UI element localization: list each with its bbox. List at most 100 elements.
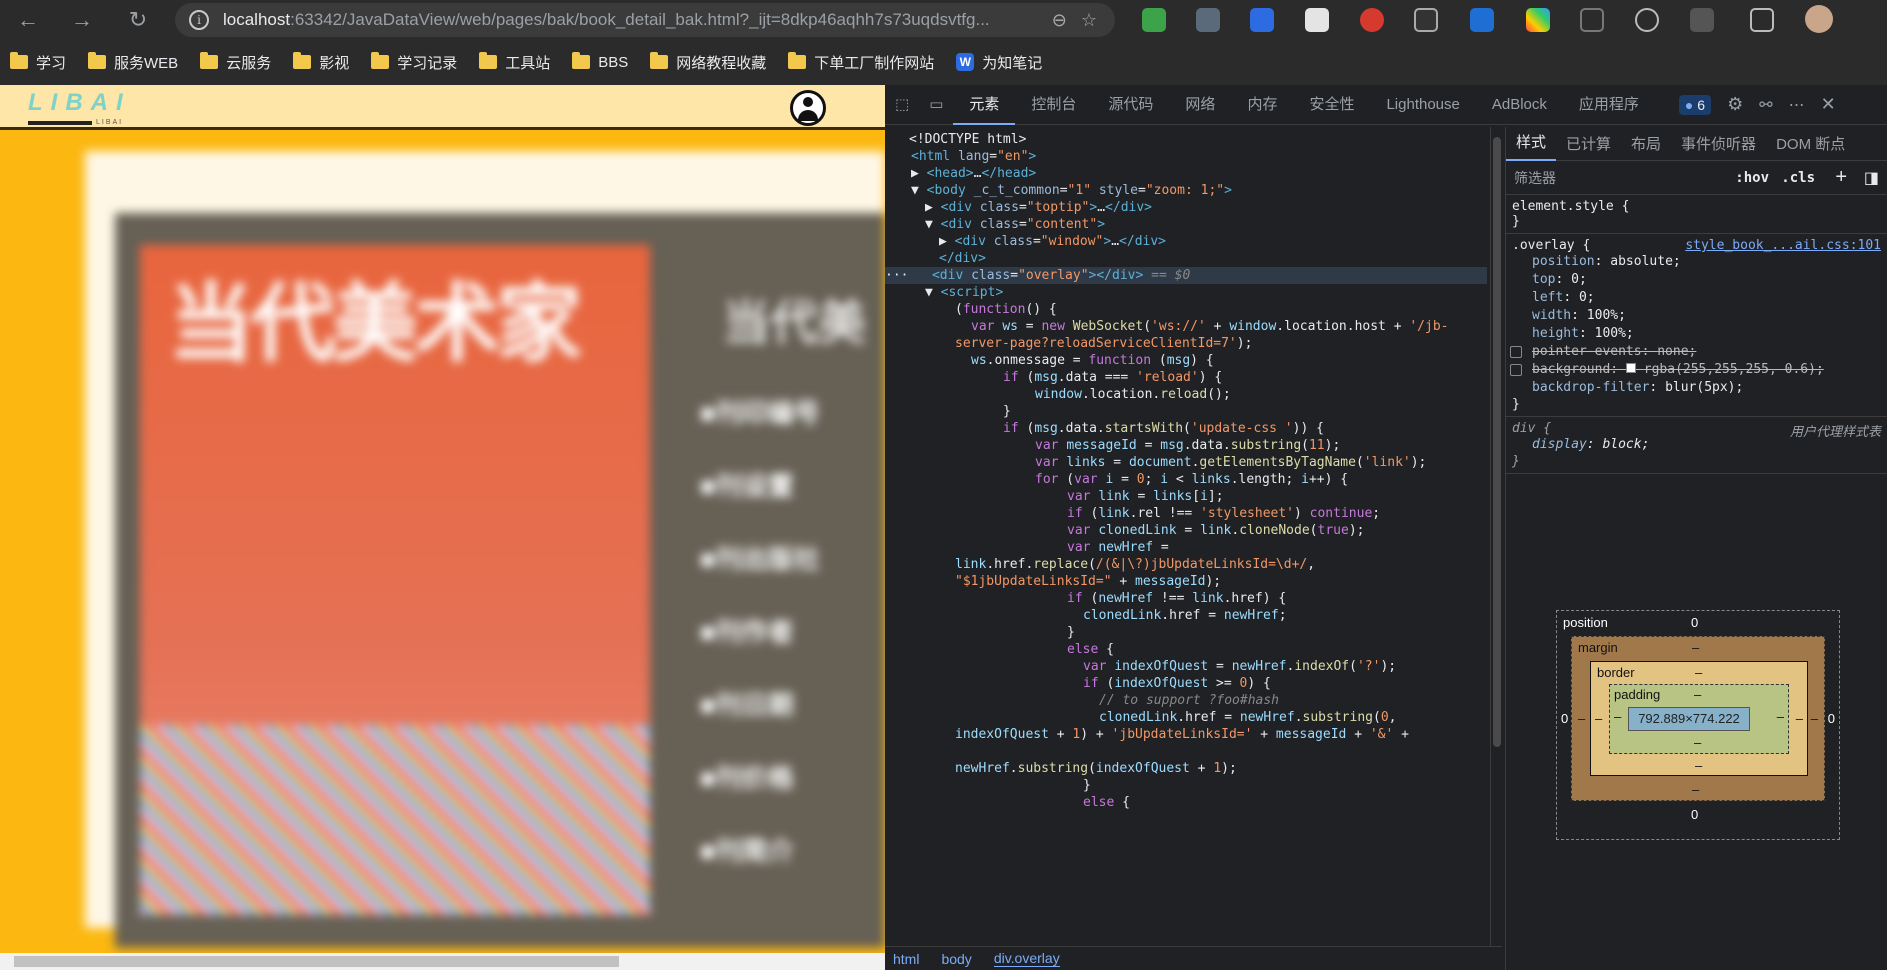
bookmark-folder[interactable]: 网络教程收藏 <box>650 52 766 73</box>
site-info-icon[interactable]: i <box>189 10 209 30</box>
extension-icon-4[interactable] <box>1305 8 1329 32</box>
forward-button[interactable]: → <box>68 6 96 34</box>
tab-application[interactable]: 应用程序 <box>1563 85 1655 125</box>
code-line[interactable]: var messageId = msg.data.substring(11); <box>1035 437 1340 454</box>
toggle-sidebar-icon[interactable]: ◨ <box>1864 168 1879 188</box>
code-line[interactable]: var ws = new WebSocket('ws://' + window.… <box>971 318 1449 335</box>
bookmark-folder[interactable]: BBS <box>572 52 628 71</box>
code-line[interactable]: ▼ <body _c_t_common="1" style="zoom: 1;"… <box>911 182 1232 199</box>
bookmark-folder[interactable]: 下单工厂制作网站 <box>788 52 934 73</box>
site-logo[interactable]: LIBAI <box>28 89 131 117</box>
box-padding[interactable]: padding – – – – 792.889×774.222 <box>1609 684 1789 754</box>
tab-event-listeners[interactable]: 事件侦听器 <box>1671 133 1766 154</box>
tab-elements[interactable]: 元素 <box>953 85 1016 125</box>
box-content-size[interactable]: 792.889×774.222 <box>1628 707 1750 731</box>
code-line[interactable]: "$1jbUpdateLinksId=" + messageId); <box>955 573 1221 590</box>
bookmark-folder[interactable]: 服务WEB <box>88 52 178 73</box>
code-line[interactable]: clonedLink.href = newHref.substring(0, <box>1099 709 1396 726</box>
bookmark-link[interactable]: W 为知笔记 <box>956 52 1042 73</box>
code-line[interactable]: for (var i = 0; i < links.length; i++) { <box>1035 471 1348 488</box>
code-line[interactable]: // to support ?foo#hash <box>1099 692 1279 709</box>
extension-icon-3[interactable] <box>1250 8 1274 32</box>
scrollbar-thumb[interactable] <box>14 956 619 967</box>
code-line[interactable]: } <box>1067 624 1075 641</box>
code-line[interactable]: ▶ <head>…</head> <box>911 165 1036 182</box>
bookmark-folder[interactable]: 云服务 <box>200 52 271 73</box>
overlay-rule[interactable]: .overlay { style_book_...ail.css:101 pos… <box>1506 234 1887 417</box>
property-checkbox[interactable] <box>1510 346 1522 358</box>
color-swatch[interactable] <box>1625 363 1636 373</box>
selected-node[interactable]: ··· <div class="overlay"></div> == $0 <box>885 267 1487 284</box>
code-line[interactable]: var links = document.getElementsByTagNam… <box>1035 454 1426 471</box>
breadcrumb-overlay[interactable]: div.overlay <box>993 950 1060 967</box>
code-line[interactable]: if (msg.data === 'reload') { <box>1003 369 1222 386</box>
tab-layout[interactable]: 布局 <box>1621 133 1671 154</box>
address-bar[interactable]: i localhost :63342/JavaDataView/web/page… <box>175 3 1115 37</box>
css-property[interactable]: height: 100%; <box>1512 325 1881 343</box>
customize-icon[interactable]: ⚯ <box>1759 95 1772 115</box>
elements-scrollbar[interactable] <box>1490 127 1502 947</box>
code-line[interactable]: else { <box>1067 641 1114 658</box>
code-line[interactable]: var newHref = <box>1067 539 1169 556</box>
hov-toggle[interactable]: :hov <box>1735 170 1769 186</box>
filter-input[interactable]: 筛选器 <box>1514 168 1556 188</box>
property-checkbox[interactable] <box>1510 364 1522 376</box>
bookmark-folder[interactable]: 影视 <box>293 52 349 73</box>
tab-security[interactable]: 安全性 <box>1293 85 1370 125</box>
code-line[interactable]: else { <box>1083 794 1130 811</box>
extension-icon-1[interactable] <box>1142 8 1166 32</box>
css-property[interactable]: top: 0; <box>1512 271 1881 289</box>
code-line[interactable]: clonedLink.href = newHref; <box>1083 607 1287 624</box>
favorite-star-icon[interactable]: ☆ <box>1081 10 1097 31</box>
tab-styles[interactable]: 样式 <box>1506 127 1557 161</box>
code-line[interactable]: ▶ <div class="toptip">…</div> <box>925 199 1152 216</box>
add-rule-icon[interactable]: + <box>1835 166 1847 189</box>
code-line[interactable]: ws.onmessage = function (msg) { <box>971 352 1214 369</box>
tab-console[interactable]: 控制台 <box>1015 85 1092 125</box>
extension-icon-6[interactable] <box>1414 8 1438 32</box>
ua-div-rule[interactable]: div { 用户代理样式表 display: block; } <box>1506 417 1887 474</box>
breadcrumb-html[interactable]: html <box>893 951 919 967</box>
css-property[interactable]: backdrop-filter: blur(5px); <box>1512 379 1881 397</box>
code-line[interactable]: link.href.replace(/(&|\?)jbUpdateLinksId… <box>955 556 1315 573</box>
issues-badge[interactable]: ● 6 <box>1678 94 1712 115</box>
scrollbar-thumb[interactable] <box>1493 137 1501 747</box>
code-line[interactable]: var clonedLink = link.cloneNode(true); <box>1067 522 1364 539</box>
css-property-disabled[interactable]: background: rgba(255,255,255, 0.6); <box>1510 361 1881 379</box>
bookmark-folder[interactable]: 工具站 <box>479 52 550 73</box>
code-line[interactable]: if (newHref !== link.href) { <box>1067 590 1286 607</box>
box-border[interactable]: border – – – – padding – – – – 792.889×7… <box>1590 661 1808 776</box>
back-button[interactable]: ← <box>14 6 42 34</box>
horizontal-scrollbar[interactable] <box>0 953 885 970</box>
reload-button[interactable]: ↻ <box>124 6 152 34</box>
css-property-disabled[interactable]: pointer-events: none; <box>1510 343 1881 361</box>
tab-computed[interactable]: 已计算 <box>1556 133 1621 154</box>
css-property[interactable]: left: 0; <box>1512 289 1881 307</box>
tab-adblock[interactable]: AdBlock <box>1476 85 1563 125</box>
box-model-diagram[interactable]: position 0 0 0 0 margin – – – – border –… <box>1556 610 1840 840</box>
tab-memory[interactable]: 内存 <box>1231 85 1293 125</box>
code-line[interactable]: <!DOCTYPE html> <box>909 131 1026 148</box>
performance-icon[interactable] <box>1635 8 1659 32</box>
box-margin[interactable]: margin – – – – border – – – – padding – … <box>1571 636 1825 801</box>
settings-gear-icon[interactable]: ⚙ <box>1727 94 1743 115</box>
tab-lighthouse[interactable]: Lighthouse <box>1370 85 1475 125</box>
extension-icon-7[interactable] <box>1470 8 1494 32</box>
extension-icon-2[interactable] <box>1196 8 1220 32</box>
bookmark-folder[interactable]: 学习 <box>10 52 66 73</box>
css-property[interactable]: width: 100%; <box>1512 307 1881 325</box>
code-line[interactable]: if (indexOfQuest >= 0) { <box>1083 675 1271 692</box>
extensions-puzzle-icon[interactable] <box>1690 8 1714 32</box>
code-line[interactable]: } <box>1083 777 1091 794</box>
code-line[interactable]: var indexOfQuest = newHref.indexOf('?'); <box>1083 658 1396 675</box>
tab-network[interactable]: 网络 <box>1169 85 1231 125</box>
elements-tree[interactable]: <!DOCTYPE html> <html lang="en"> ▶ <head… <box>885 127 1487 947</box>
code-line[interactable]: ▶ <div class="window">…</div> <box>939 233 1166 250</box>
device-toolbar-icon[interactable]: ▭ <box>919 85 953 125</box>
code-line[interactable]: ▼ <div class="content"> <box>925 216 1105 233</box>
element-style-rule[interactable]: element.style { } <box>1506 195 1887 234</box>
code-line[interactable]: if (link.rel !== 'stylesheet') continue; <box>1067 505 1380 522</box>
user-avatar-icon[interactable] <box>790 90 826 126</box>
zoom-icon[interactable]: ⊖ <box>1052 10 1067 31</box>
css-property[interactable]: position: absolute; <box>1512 253 1881 271</box>
